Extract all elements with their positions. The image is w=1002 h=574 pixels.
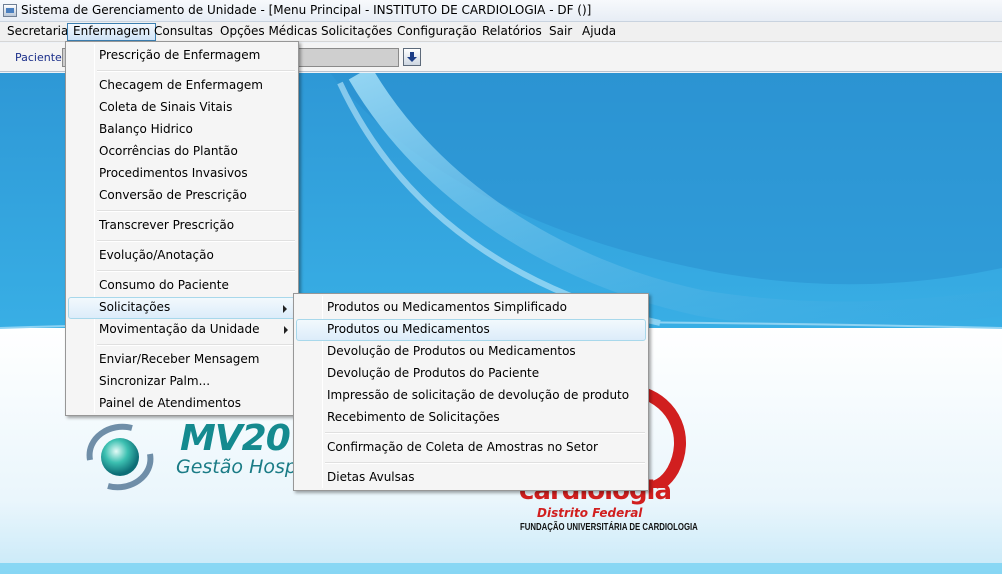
submenu-item-devolucao-produtos-paciente[interactable]: Devolução de Produtos do Paciente: [296, 363, 646, 385]
menu-relatorios[interactable]: Relatórios: [477, 23, 547, 41]
menu-item-coleta-sinais-vitais[interactable]: Coleta de Sinais Vitais: [68, 97, 296, 119]
arrow-down-icon: [407, 52, 417, 62]
menu-configuracao[interactable]: Configuração: [392, 23, 482, 41]
menu-item-painel-atendimentos[interactable]: Painel de Atendimentos: [68, 393, 296, 415]
menu-consultas[interactable]: Consultas: [149, 23, 218, 41]
menu-item-procedimentos-invasivos[interactable]: Procedimentos Invasivos: [68, 163, 296, 185]
enfermagem-menu: Prescrição de Enfermagem Checagem de Enf…: [65, 41, 299, 416]
menu-item-ocorrencias-plantao[interactable]: Ocorrências do Plantão: [68, 141, 296, 163]
menu-bar: Secretaria Enfermagem Consultas Opções M…: [0, 22, 1002, 42]
title-bar: Sistema de Gerenciamento de Unidade - [M…: [0, 0, 1002, 22]
menu-secretaria[interactable]: Secretaria: [2, 23, 73, 41]
menu-item-transcrever-prescricao[interactable]: Transcrever Prescrição: [68, 215, 296, 237]
mv-ring-logo-icon: [86, 423, 154, 491]
submenu-item-devolucao-produtos-medicamentos[interactable]: Devolução de Produtos ou Medicamentos: [296, 341, 646, 363]
menu-item-movimentacao-label: Movimentação da Unidade: [99, 322, 260, 336]
submenu-arrow-icon: [284, 326, 288, 334]
menu-item-prescricao-enfermagem[interactable]: Prescrição de Enfermagem: [68, 45, 296, 67]
submenu-arrow-icon: [283, 305, 287, 313]
submenu-item-recebimento-solicitacoes[interactable]: Recebimento de Solicitações: [296, 407, 646, 429]
menu-item-conversao-prescricao[interactable]: Conversão de Prescrição: [68, 185, 296, 207]
patient-lookup-button[interactable]: [403, 48, 421, 66]
submenu-item-produtos-medicamentos[interactable]: Produtos ou Medicamentos: [296, 319, 646, 341]
mv-logo-tagline: Gestão Hospi: [176, 456, 303, 478]
menu-item-solicitacoes-label: Solicitações: [99, 300, 171, 314]
menu-opcoes-medicas[interactable]: Opções Médicas: [215, 23, 322, 41]
menu-enfermagem[interactable]: Enfermagem: [67, 23, 157, 41]
mv-logo-name: MV20: [180, 418, 291, 459]
menu-item-sincronizar-palm[interactable]: Sincronizar Palm...: [68, 371, 296, 393]
cardiologia-logo-region: Distrito Federal: [537, 506, 643, 520]
submenu-item-confirmacao-coleta-amostras[interactable]: Confirmação de Coleta de Amostras no Set…: [296, 437, 646, 459]
menu-item-consumo-paciente[interactable]: Consumo do Paciente: [68, 275, 296, 297]
mv-logo: MV20 Gestão Hospi: [80, 418, 303, 496]
cardiologia-logo-foundation: FUNDAÇÃO UNIVERSITÁRIA DE CARDIOLOGIA: [520, 522, 698, 533]
patient-label: Paciente: [15, 51, 62, 64]
submenu-item-dietas-avulsas[interactable]: Dietas Avulsas: [296, 467, 646, 489]
menu-solicitacoes[interactable]: Solicitações: [316, 23, 397, 41]
menu-sair[interactable]: Sair: [544, 23, 577, 41]
submenu-item-produtos-medicamentos-simplificado[interactable]: Produtos ou Medicamentos Simplificado: [296, 297, 646, 319]
menu-item-enviar-receber-mensagem[interactable]: Enviar/Receber Mensagem: [68, 349, 296, 371]
menu-item-balanco-hidrico[interactable]: Balanço Hidrico: [68, 119, 296, 141]
menu-item-movimentacao-unidade[interactable]: Movimentação da Unidade: [68, 319, 296, 341]
app-icon[interactable]: [3, 4, 17, 17]
menu-item-solicitacoes[interactable]: Solicitações: [68, 297, 296, 319]
submenu-item-impressao-devolucao[interactable]: Impressão de solicitação de devolução de…: [296, 385, 646, 407]
menu-ajuda[interactable]: Ajuda: [577, 23, 621, 41]
solicitacoes-submenu: Produtos ou Medicamentos Simplificado Pr…: [293, 293, 649, 491]
window-title: Sistema de Gerenciamento de Unidade - [M…: [21, 3, 592, 17]
menu-item-evolucao-anotacao[interactable]: Evolução/Anotação: [68, 245, 296, 267]
menu-item-checagem-enfermagem[interactable]: Checagem de Enfermagem: [68, 75, 296, 97]
